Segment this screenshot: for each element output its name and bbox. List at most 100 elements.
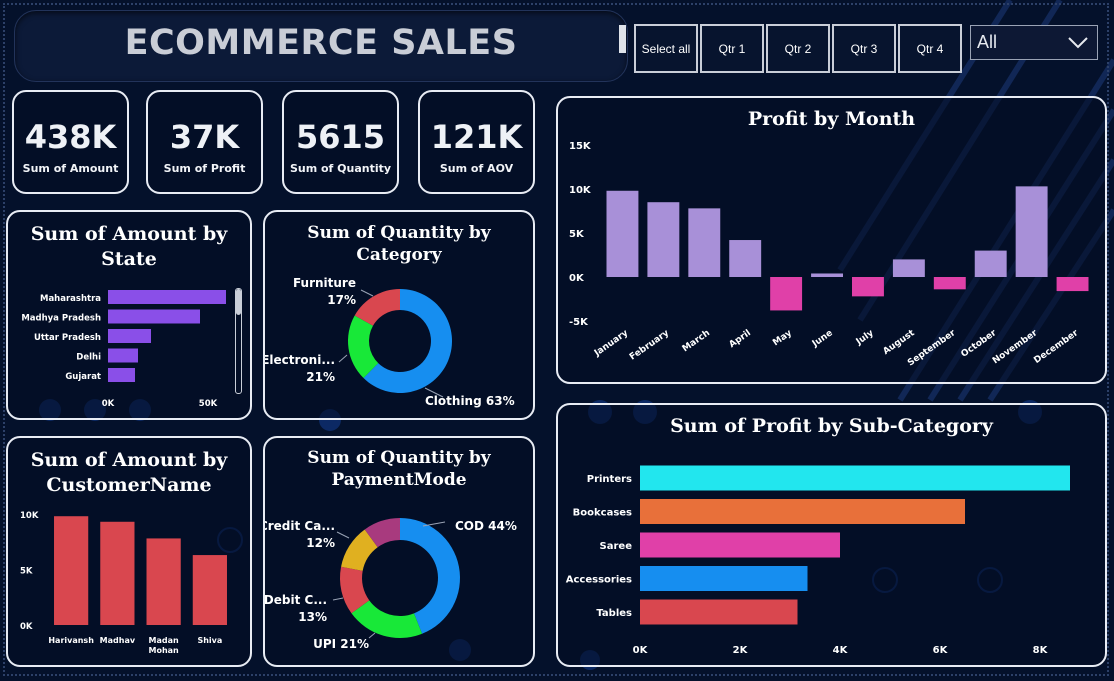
tick-label: Madhav	[100, 636, 136, 645]
payment-chart-card: Sum of Quantity by PaymentMode COD 44% UP…	[263, 436, 535, 667]
bar	[640, 465, 1070, 491]
tick-label: Uttar Pradesh	[34, 333, 101, 343]
chevron-down-icon[interactable]	[1067, 32, 1089, 52]
kpi-label: Sum of Quantity	[289, 162, 392, 175]
tick-label: December	[1032, 328, 1080, 366]
bar	[811, 273, 843, 277]
bar	[108, 290, 226, 304]
tick-label: July	[854, 328, 876, 348]
category-chart-card: Sum of Quantity by Category Clothing 63%…	[263, 210, 535, 420]
leader-line	[336, 531, 350, 539]
kpi-card-quantity: 5615 Sum of Quantity	[282, 90, 399, 194]
data-label: COD 44%	[455, 519, 517, 533]
bar	[1015, 186, 1048, 277]
data-label: UPI 21%	[313, 637, 369, 651]
bar	[640, 532, 840, 558]
data-label: 21%	[306, 370, 335, 384]
tick-label: 10K	[20, 511, 39, 521]
tick-label: Saree	[600, 541, 633, 552]
bar	[729, 240, 762, 277]
data-label: Debit C...	[265, 593, 327, 607]
select-all-button[interactable]: Select all	[634, 24, 698, 73]
bar	[974, 250, 1007, 277]
bar	[192, 555, 227, 625]
qtr1-button[interactable]: Qtr 1	[700, 24, 764, 73]
leader-line	[368, 632, 376, 639]
tick-label: 5K	[20, 567, 33, 577]
tick-label: 0K	[20, 622, 33, 632]
data-label: 12%	[306, 536, 335, 550]
bar	[852, 277, 884, 297]
tick-label: 4K	[833, 645, 849, 656]
leader-line	[360, 289, 374, 297]
tick-label: Shiva	[197, 636, 222, 645]
data-label: 17%	[327, 293, 356, 307]
tick-label: January	[592, 328, 630, 359]
qtr4-button[interactable]: Qtr 4	[898, 24, 962, 73]
tick-label: May	[771, 328, 794, 348]
tick-label: August	[881, 328, 917, 357]
bar	[770, 277, 803, 311]
kpi-label: Sum of Amount	[22, 162, 119, 175]
tick-label: 0K	[569, 273, 585, 284]
customer-chart-card: Sum of Amount by CustomerName 10K 5K 0K Har…	[6, 436, 252, 667]
bar	[54, 516, 89, 625]
kpi-value: 121K	[430, 118, 523, 156]
category-donut-chart: Clothing 63% Electroni... 21% Furniture 17%	[265, 276, 515, 408]
scrollbar-thumb[interactable]	[236, 289, 241, 315]
bar	[688, 208, 721, 277]
quarter-dropdown[interactable]: All	[970, 25, 1098, 60]
tick-label: Madhya Pradesh	[21, 314, 101, 324]
tick-label: 2K	[733, 645, 749, 656]
bar	[146, 538, 181, 625]
tick-label: Maharashtra	[40, 294, 101, 304]
bar	[640, 599, 798, 625]
qtr3-button[interactable]: Qtr 3	[832, 24, 896, 73]
kpi-value: 438K	[24, 118, 117, 156]
tick-label: April	[728, 328, 753, 350]
bar	[892, 259, 925, 277]
tick-label: 50K	[199, 399, 218, 409]
tick-label: Accessories	[566, 575, 632, 586]
tick-label: Delhi	[76, 353, 101, 363]
bar	[640, 566, 808, 591]
dashboard-title: ECOMMERCE SALES	[124, 23, 518, 63]
bar	[108, 329, 151, 343]
tick-label: 5K	[569, 229, 585, 240]
tick-label: Madan	[149, 636, 179, 645]
kpi-label: Sum of Profit	[163, 162, 246, 175]
tick-label: Tables	[596, 608, 632, 619]
kpi-card-amount: 438K Sum of Amount	[12, 90, 129, 194]
data-label: Furniture	[293, 276, 356, 290]
scrollbar[interactable]	[235, 288, 242, 394]
tick-label: 6K	[933, 645, 949, 656]
bar	[647, 202, 680, 277]
kpi-label: Sum of AOV	[439, 162, 514, 175]
leader-line	[338, 354, 348, 363]
tick-label: 0K	[102, 399, 115, 409]
tick-label: October	[960, 328, 999, 360]
subcategory-bar-chart: Printers Bookcases Saree Accessories Tables 0…	[566, 465, 1070, 656]
kpi-card-aov: 121K Sum of AOV	[418, 90, 535, 194]
tick-label: 15K	[569, 141, 592, 152]
tick-label: November	[991, 328, 1040, 366]
qtr2-button[interactable]: Qtr 2	[766, 24, 830, 73]
bar	[933, 277, 966, 290]
state-bar-chart: Maharashtra Madhya Pradesh Uttar Pradesh De…	[21, 290, 226, 409]
tick-label: Mohan	[149, 646, 180, 655]
payment-donut-chart: COD 44% UPI 21% Debit C... 13% Credit Ca... 1…	[265, 518, 517, 651]
title-banner: ECOMMERCE SALES	[14, 10, 628, 82]
kpi-card-profit: 37K Sum of Profit	[146, 90, 263, 194]
month-bar-chart: 15K 10K 5K 0K -5KJanuaryFebruary March April Ma…	[569, 141, 1089, 368]
pie-slice	[351, 600, 423, 638]
tick-label: Bookcases	[573, 508, 632, 519]
bar	[640, 499, 965, 524]
state-chart-card: Sum of Amount by State Maharashtra Madhya…	[6, 210, 252, 420]
data-label: 13%	[298, 610, 327, 624]
bar	[100, 521, 135, 625]
bar	[108, 348, 138, 363]
tick-label: February	[628, 328, 671, 362]
tick-label: 10K	[569, 185, 592, 196]
tick-label: March	[681, 328, 712, 354]
month-chart-card: Profit by Month 15K 10K 5K 0K -5K January Febr…	[556, 96, 1107, 384]
